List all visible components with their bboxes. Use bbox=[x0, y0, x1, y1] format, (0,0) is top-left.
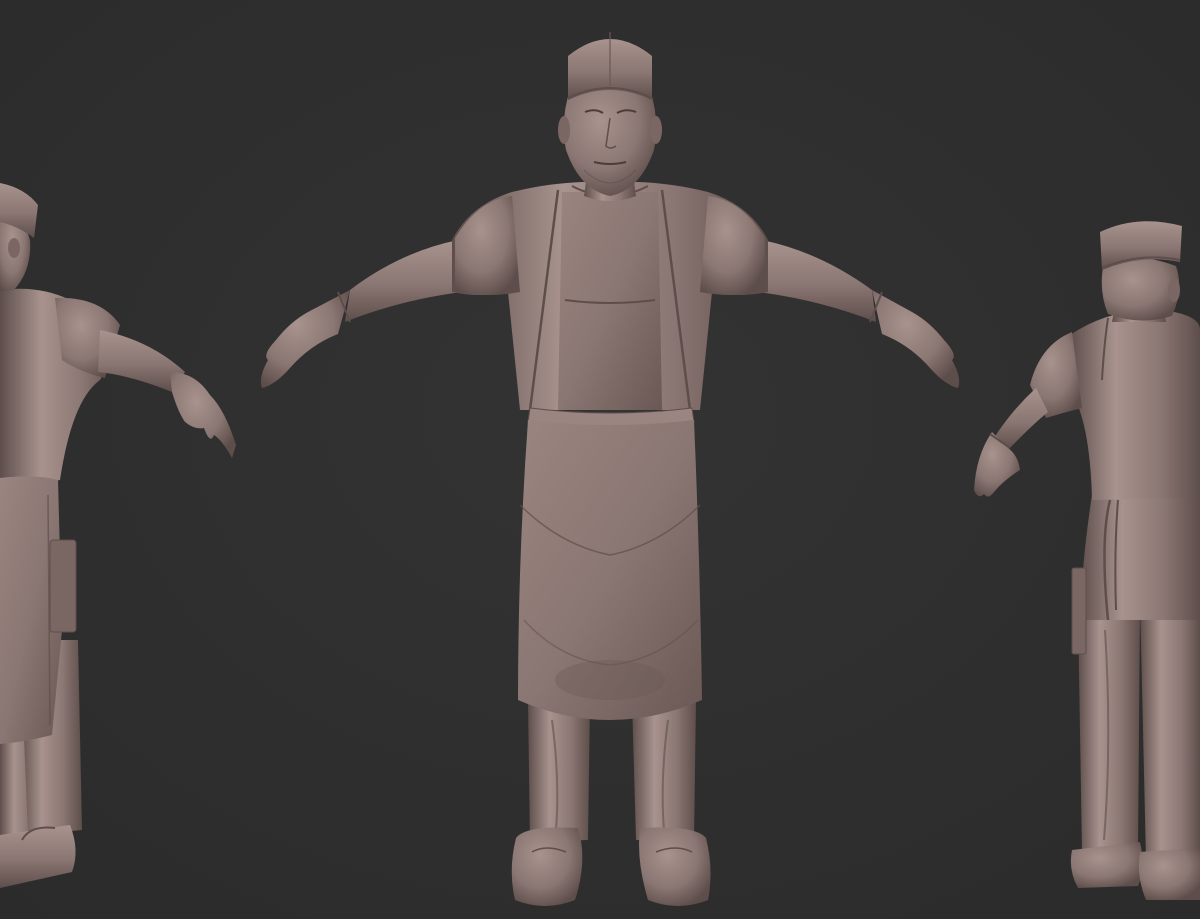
viewport-canvas bbox=[0, 0, 1200, 919]
sculpt-viewport[interactable] bbox=[0, 0, 1200, 919]
